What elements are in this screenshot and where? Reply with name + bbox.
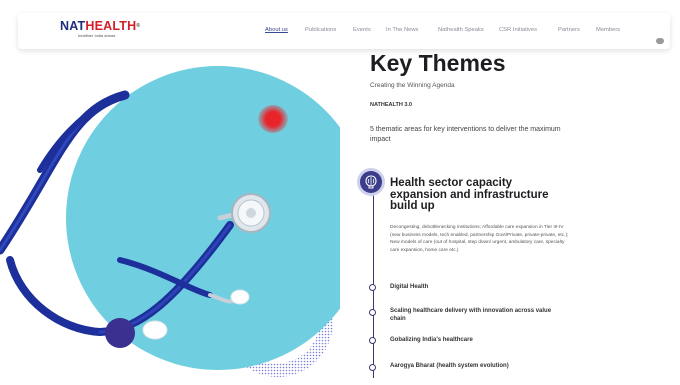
theme-item-scaling-delivery[interactable]: Scaling healthcare delivery with innovat… (390, 307, 560, 323)
nav-events[interactable]: Events (353, 27, 371, 33)
nav-nathealth-speaks[interactable]: Nathealth Speaks (438, 27, 484, 33)
nav-members[interactable]: Members (596, 27, 620, 33)
brain-icon (360, 171, 382, 193)
nav-publications[interactable]: Publications (305, 27, 336, 33)
timeline-dot (369, 337, 376, 344)
timeline-dot (369, 364, 376, 371)
top-navbar: NATHEALTH® healthier India ahead About u… (18, 13, 670, 49)
theme-description: Decongesting, debottlenecking institutio… (390, 225, 569, 253)
hero-illustration (0, 50, 340, 385)
nav-csr-initiatives[interactable]: CSR Initiatives (499, 27, 537, 33)
theme-heading: Health sector capacity expansion and inf… (390, 177, 549, 212)
theme-item-digital-health[interactable]: Digital Health (390, 284, 428, 290)
stethoscope-illustration (0, 66, 340, 377)
logo-nat: NAT (60, 19, 86, 33)
section-description: 5 thematic areas for key interventions t… (370, 126, 561, 143)
timeline-dot (369, 284, 376, 291)
cyan-circle-background (66, 66, 340, 370)
page-subtitle: Creating the Winning Agenda (370, 82, 455, 89)
timeline-dot (369, 309, 376, 316)
nav-in-the-news[interactable]: In The News (386, 27, 418, 33)
red-dot-decoration (258, 105, 288, 133)
logo-trademark: ® (136, 23, 141, 29)
section-tagline: NATHEALTH 3.0 (370, 102, 412, 108)
nathealth-logo[interactable]: NATHEALTH® healthier India ahead (60, 19, 140, 38)
page-title: Key Themes (370, 50, 506, 76)
purple-ball-decoration (105, 318, 135, 348)
theme-item-aarogya-bharat[interactable]: Aarogya Bharat (health system evolution) (390, 363, 509, 369)
nav-about-us[interactable]: About us (265, 27, 288, 33)
logo-tagline: healthier India ahead (78, 33, 116, 38)
timeline-line (373, 188, 374, 378)
logo-wordmark: NATHEALTH® (60, 19, 140, 33)
theme-item-globalizing[interactable]: Gobalizing India's healthcare (390, 337, 473, 343)
nav-partners[interactable]: Partners (558, 27, 580, 33)
logo-health: HEALTH (85, 19, 137, 33)
navbar-corner-shadow (656, 38, 664, 44)
